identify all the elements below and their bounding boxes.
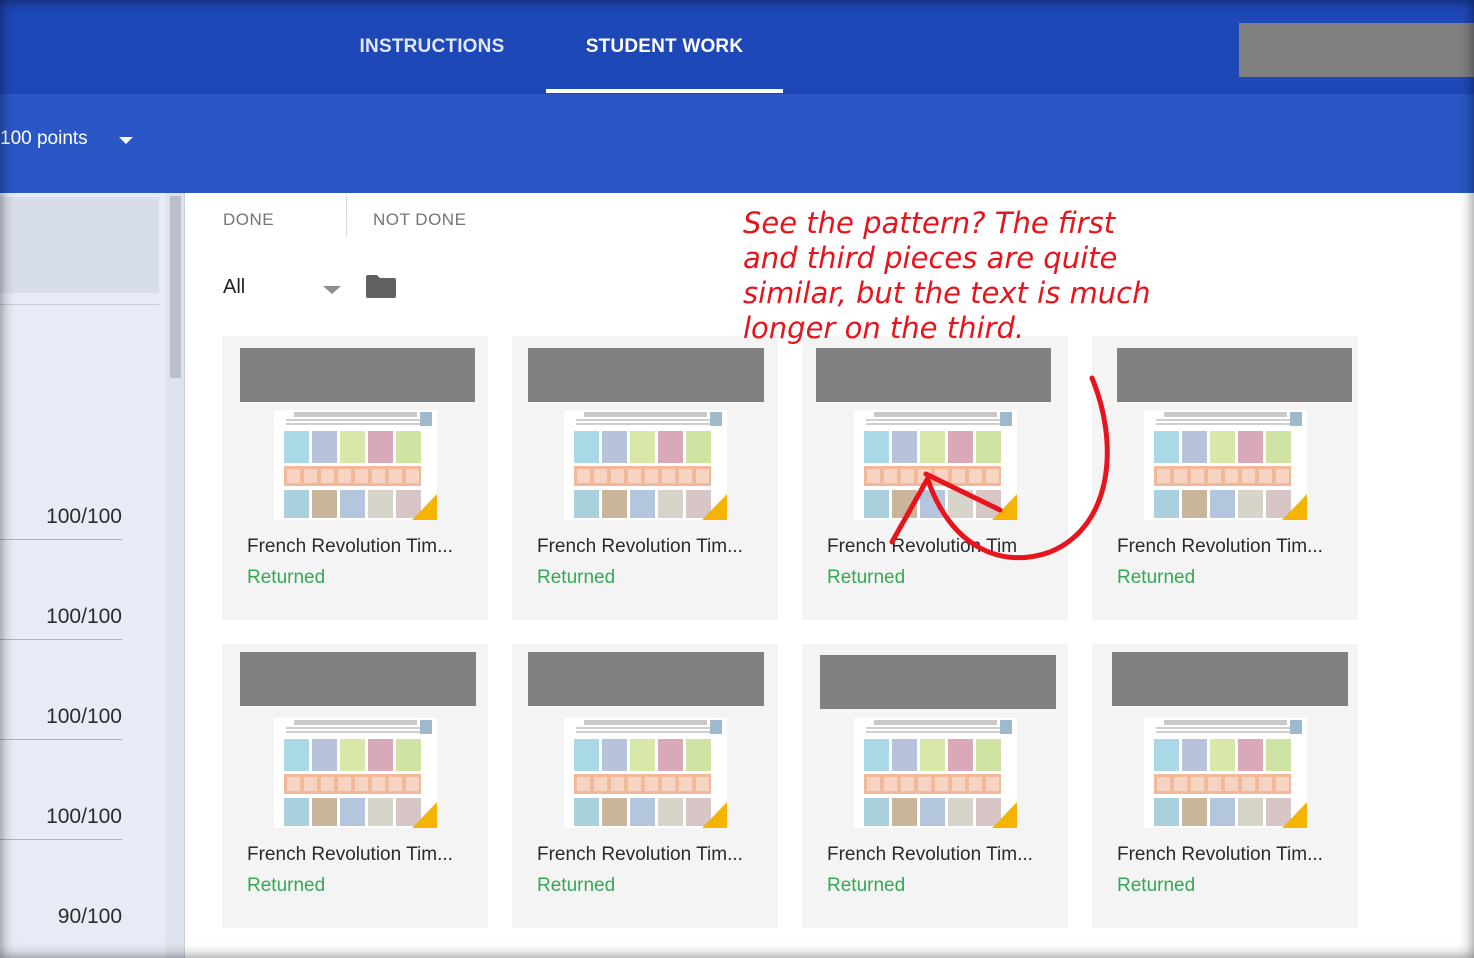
grade-underline [0, 539, 122, 540]
selected-student-row[interactable] [0, 197, 159, 293]
file-title: French Revolution Tim... [827, 844, 1033, 865]
status-label: Returned [827, 875, 906, 896]
annotation-line: longer on the third. [743, 311, 1025, 345]
document-thumbnail-image [854, 718, 1017, 828]
status-label: Returned [247, 567, 326, 588]
file-title: French Revolution Tim... [537, 844, 743, 865]
document-thumbnail-image [274, 410, 437, 520]
grade-underline [0, 639, 122, 640]
submission-card[interactable]: French Revolution Tim... Returned [222, 336, 488, 620]
submission-card[interactable]: French Revolution Tim... Returned [1092, 336, 1358, 620]
tab-student-work[interactable]: STUDENT WORK [546, 0, 783, 94]
grade-value[interactable]: 100/100 [0, 605, 122, 629]
chevron-down-icon[interactable] [323, 286, 341, 294]
submission-card[interactable]: French Revolution Tim... Returned [512, 644, 778, 928]
redacted-area [240, 652, 476, 706]
grade-underline [0, 839, 122, 840]
status-label: Returned [537, 567, 616, 588]
student-list-panel [0, 193, 185, 958]
document-thumbnail-image [274, 718, 437, 828]
file-title: French Revolution Tim... [1117, 536, 1323, 557]
grade-value[interactable]: 100/100 [0, 705, 122, 729]
grade-underline [0, 739, 122, 740]
annotation-note: See the pattern? The first and third pie… [743, 206, 1213, 346]
grade-value[interactable]: 90/100 [0, 905, 122, 929]
divider [0, 304, 159, 305]
dropdown-caret-icon[interactable] [119, 137, 133, 144]
submission-card[interactable]: French Revolution Tim... Returned [512, 336, 778, 620]
submission-card[interactable]: French Revolution Tim... Returned [222, 644, 488, 928]
file-title: French Revolution Tim... [537, 536, 743, 557]
file-title: French Revolution Tim... [247, 536, 453, 557]
divider [346, 195, 347, 237]
points-bar [0, 94, 1474, 193]
document-thumbnail-image [1144, 410, 1307, 520]
annotation-arrow-icon [889, 375, 1110, 561]
status-label: Returned [537, 875, 616, 896]
status-label: Returned [1117, 875, 1196, 896]
document-thumbnail-image [564, 410, 727, 520]
redacted-area [528, 652, 764, 706]
filter-tab-done[interactable]: DONE [223, 210, 274, 230]
file-title: French Revolution Tim... [1117, 844, 1323, 865]
redacted-area [1112, 652, 1348, 706]
active-tab-indicator [546, 89, 783, 93]
grade-value[interactable]: 100/100 [0, 505, 122, 529]
status-label: Returned [247, 875, 326, 896]
redacted-area [1239, 23, 1474, 77]
document-thumbnail-image [1144, 718, 1307, 828]
annotation-line: See the pattern? The first [743, 206, 1116, 240]
folder-icon[interactable] [365, 274, 397, 299]
submission-card[interactable]: French Revolution Tim... Returned [1092, 644, 1358, 928]
status-filter-select[interactable]: All [223, 276, 245, 299]
grade-value[interactable]: 100/100 [0, 805, 122, 829]
redacted-area [528, 348, 764, 402]
redacted-area [1117, 348, 1352, 402]
filter-tab-not-done[interactable]: NOT DONE [373, 210, 466, 230]
document-thumbnail-image [564, 718, 727, 828]
annotation-line: similar, but the text is much [743, 276, 1151, 310]
points-selector-label[interactable]: 100 points [0, 128, 88, 150]
redacted-area [240, 348, 475, 402]
file-title: French Revolution Tim... [247, 844, 453, 865]
annotation-line: and third pieces are quite [743, 241, 1118, 275]
tab-instructions[interactable]: INSTRUCTIONS [320, 0, 544, 94]
redacted-area [820, 655, 1056, 709]
submission-card[interactable]: French Revolution Tim... Returned [802, 644, 1068, 928]
scrollbar-thumb[interactable] [170, 196, 181, 378]
